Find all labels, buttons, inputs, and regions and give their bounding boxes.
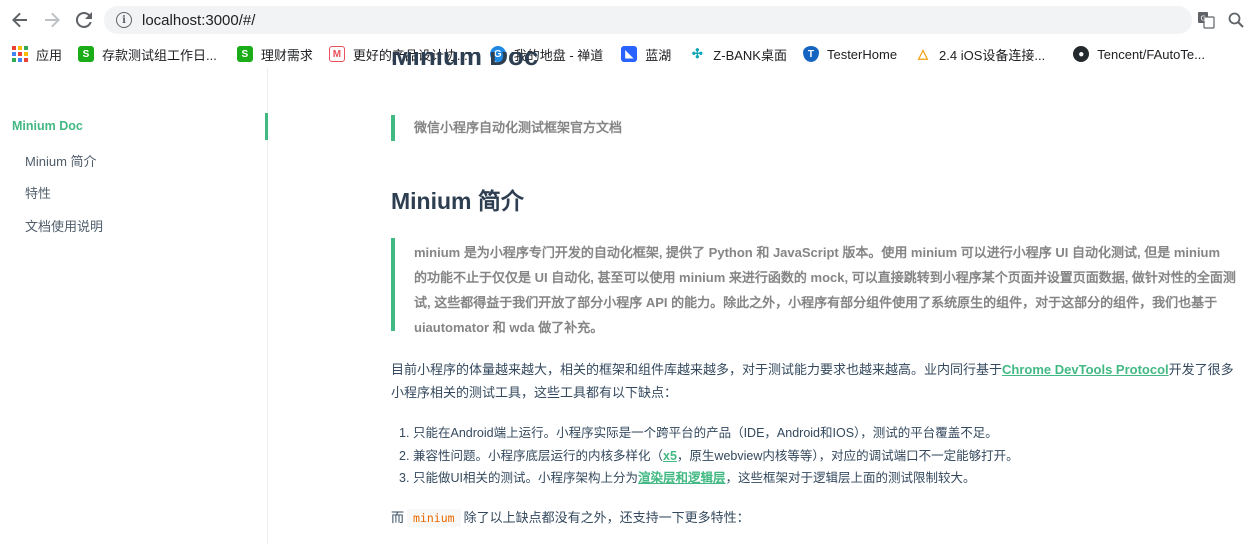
triangle-icon: △	[915, 46, 932, 62]
testerhome-icon: T	[802, 46, 819, 62]
drawbacks-list: 1. 只能在Android端上运行。小程序实际是一个跨平台的产品（IDE，Andr…	[399, 422, 1239, 490]
inline-code: minium	[407, 509, 461, 527]
translate-icon[interactable]: G	[1196, 10, 1216, 30]
features-paragraph: 而 minium 除了以上缺点都没有之外，还支持一下更多特性：	[391, 509, 750, 527]
info-icon[interactable]: i	[116, 12, 132, 28]
cdp-link[interactable]: Chrome DevTools Protocol	[1002, 362, 1169, 377]
sidebar-active-indicator	[265, 113, 268, 140]
url-text: localhost:3000/#/	[142, 11, 256, 29]
svg-text:G: G	[1201, 15, 1206, 23]
bookmark-item[interactable]: ✣ Z-BANK桌面	[689, 45, 787, 64]
bookmark-apps[interactable]: 应用	[12, 45, 62, 64]
github-icon: ●	[1073, 46, 1090, 62]
bookmark-item[interactable]: S 理财需求	[236, 45, 313, 64]
bookmark-item[interactable]: △ 2.4 iOS设备连接...	[915, 45, 1045, 64]
forward-arrow-icon[interactable]	[40, 8, 64, 32]
browser-toolbar: i localhost:3000/#/ G	[0, 0, 1250, 40]
sidebar-item-usage[interactable]: 文档使用说明	[25, 216, 103, 235]
list-item: 1. 只能在Android端上运行。小程序实际是一个跨平台的产品（IDE，Andr…	[399, 426, 998, 440]
reload-icon[interactable]	[72, 8, 96, 32]
page-title: Minium Doc	[391, 52, 539, 68]
sidebar-item-features[interactable]: 特性	[25, 183, 51, 202]
bookmark-item[interactable]: S 存款测试组工作日...	[78, 45, 217, 64]
list-item: 2. 兼容性问题。小程序底层运行的内核多样化（x5，原生webview内核等等），…	[399, 448, 1019, 463]
m-icon: M	[328, 46, 345, 62]
list-item: 3. 只能做UI相关的测试。小程序架构上分为渲染层和逻辑层，这些框架对于逻辑层上面…	[399, 471, 976, 485]
bookmark-item[interactable]: ● Tencent/FAutoTe...	[1073, 46, 1205, 62]
url-bar[interactable]: i localhost:3000/#/	[104, 6, 1192, 34]
sidebar: Minium Doc Minium 简介 特性 文档使用说明	[0, 68, 268, 544]
render-logic-layer-link[interactable]: 渲染层和逻辑层	[638, 471, 726, 485]
zoom-icon[interactable]	[1226, 10, 1246, 30]
zbank-icon: ✣	[689, 46, 706, 62]
back-arrow-icon[interactable]	[8, 8, 32, 32]
intro-paragraph: 目前小程序的体量越来越大，相关的框架和组件库越来越多，对于测试能力要求也越来越高…	[391, 362, 1234, 400]
section-heading: Minium 简介	[391, 188, 524, 214]
x5-link[interactable]: x5	[663, 449, 677, 463]
sidebar-title[interactable]: Minium Doc	[12, 119, 83, 133]
s-icon: S	[78, 46, 95, 62]
subtitle-blockquote: 微信小程序自动化测试框架官方文档	[391, 115, 991, 141]
intro-blockquote: minium 是为小程序专门开发的自动化框架, 提供了 Python 和 Jav…	[391, 238, 1236, 335]
s-icon: S	[236, 46, 253, 62]
bookmark-item[interactable]: T TesterHome	[802, 46, 897, 62]
bookmarks-bar: 应用 S 存款测试组工作日... S 理财需求 M 更好的产品设计协... G …	[0, 40, 1250, 68]
bookmark-item[interactable]: ◣ 蓝湖	[621, 45, 671, 64]
apps-grid-icon	[12, 46, 28, 62]
lanhu-icon: ◣	[621, 46, 638, 62]
sidebar-item-intro[interactable]: Minium 简介	[25, 151, 97, 170]
